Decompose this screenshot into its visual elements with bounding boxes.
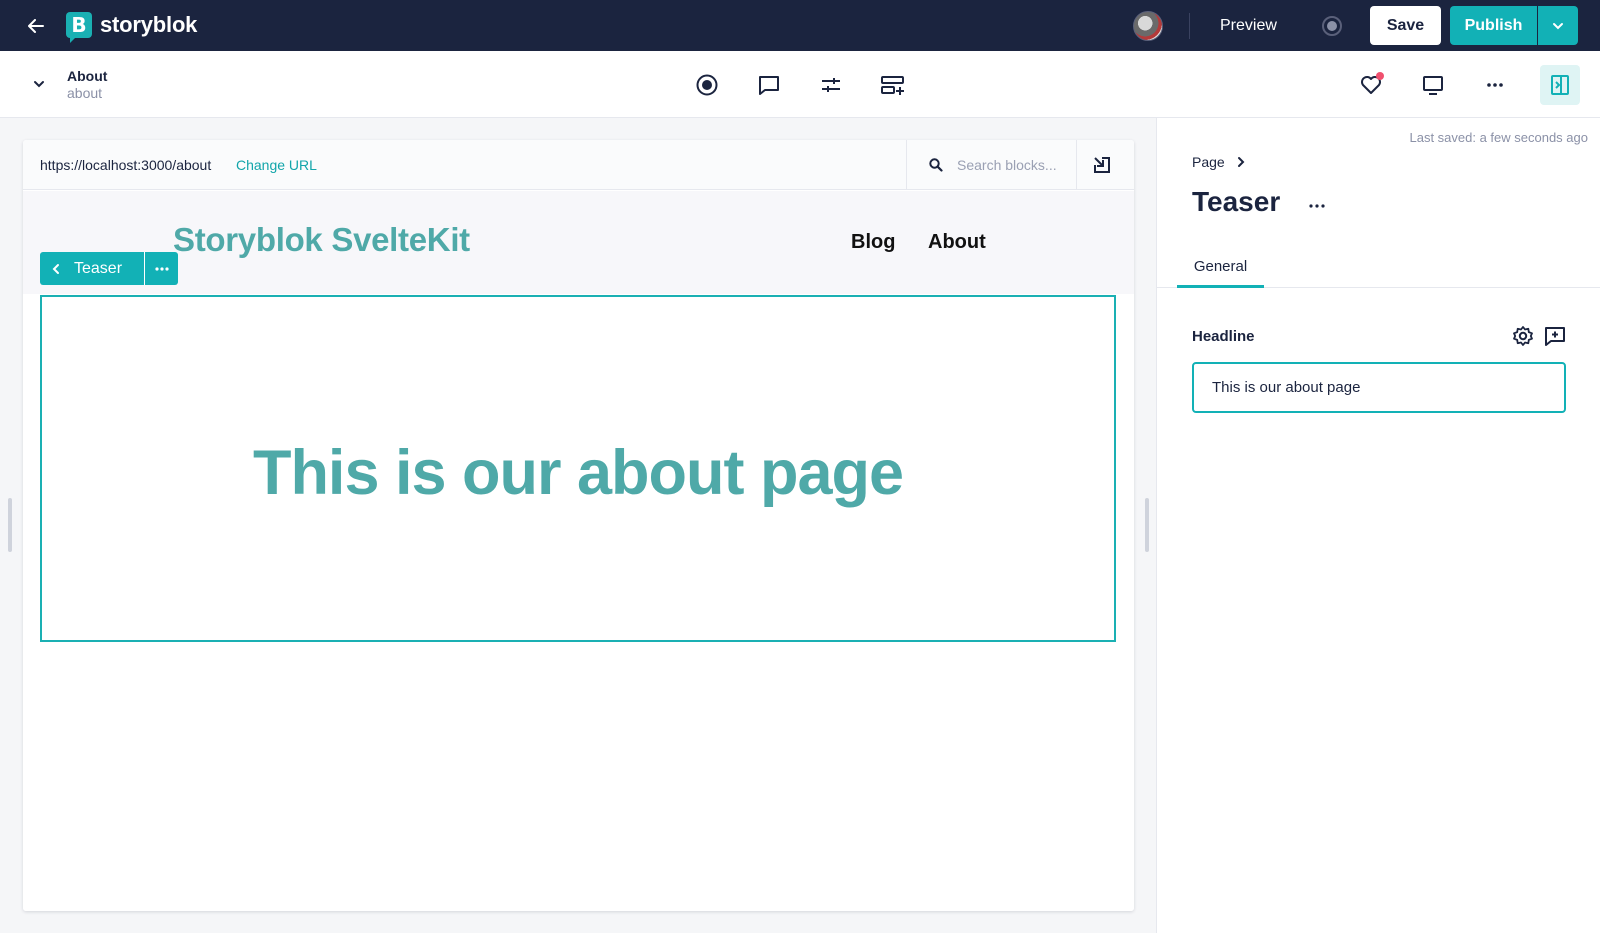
- last-saved-status: Last saved: a few seconds ago: [1409, 130, 1588, 145]
- save-button[interactable]: Save: [1370, 6, 1441, 45]
- block-select-parent-button[interactable]: Teaser: [40, 252, 145, 285]
- headline-field-label: Headline: [1192, 328, 1255, 345]
- sliders-icon[interactable]: [817, 71, 845, 99]
- chevron-left-icon: [52, 263, 59, 274]
- gear-icon[interactable]: [1510, 323, 1536, 349]
- publish-button[interactable]: Publish: [1450, 6, 1537, 45]
- breadcrumb-page: Page: [1192, 154, 1225, 170]
- add-block-icon[interactable]: [879, 71, 907, 99]
- search-blocks-input[interactable]: [957, 157, 1062, 173]
- chevron-down-icon[interactable]: [28, 73, 50, 95]
- teaser-headline[interactable]: This is our about page: [42, 437, 1114, 509]
- block-label: Teaser: [74, 259, 123, 277]
- breadcrumb[interactable]: Page: [1192, 154, 1245, 170]
- preview-url: https://localhost:3000/about: [40, 157, 212, 173]
- panel-tabs: General: [1157, 248, 1600, 288]
- notification-badge: [1376, 72, 1384, 80]
- top-navigation-bar: B storyblok Preview Save Publish: [0, 0, 1600, 51]
- more-options-icon[interactable]: [1305, 194, 1329, 218]
- search-blocks-box[interactable]: [906, 140, 1077, 190]
- right-resize-handle[interactable]: [1145, 498, 1149, 552]
- site-title[interactable]: Storyblok SvelteKit: [173, 221, 470, 259]
- nav-link-about[interactable]: About: [928, 231, 986, 254]
- search-icon: [929, 158, 943, 172]
- story-slug: about: [67, 85, 103, 101]
- desktop-view-icon[interactable]: [1419, 71, 1447, 99]
- visual-preview: https://localhost:3000/about Change URL …: [23, 140, 1134, 911]
- nav-link-blog[interactable]: Blog: [851, 231, 895, 254]
- preview-url-bar: https://localhost:3000/about Change URL: [23, 140, 1134, 190]
- preview-button[interactable]: Preview: [1208, 9, 1289, 42]
- story-name: About: [67, 68, 108, 84]
- site-preview: Storyblok SvelteKit Blog About Teaser Th…: [23, 191, 1134, 911]
- block-editor-panel: Last saved: a few seconds ago Page Tease…: [1156, 118, 1600, 933]
- heart-icon[interactable]: [1357, 71, 1385, 99]
- block-more-icon[interactable]: [144, 252, 179, 285]
- headline-input[interactable]: [1192, 362, 1566, 413]
- chevron-right-icon: [1237, 157, 1245, 167]
- topbar-divider: [1189, 13, 1190, 39]
- change-url-link[interactable]: Change URL: [236, 157, 317, 173]
- user-avatar[interactable]: [1133, 11, 1163, 41]
- panel-title: Teaser: [1192, 186, 1281, 217]
- toggle-side-panel-icon[interactable]: [1540, 65, 1580, 105]
- storyblok-logo-text: storyblok: [100, 12, 198, 37]
- left-resize-handle[interactable]: [8, 498, 12, 552]
- back-arrow-icon[interactable]: [22, 12, 50, 40]
- more-options-icon[interactable]: [1481, 71, 1509, 99]
- chevron-down-icon: [1553, 22, 1563, 29]
- storyblok-logo-icon: B: [66, 12, 92, 43]
- story-toolbar: About about: [0, 51, 1600, 118]
- storyblok-logo[interactable]: B storyblok: [66, 12, 198, 43]
- comment-icon[interactable]: [755, 71, 783, 99]
- tab-general[interactable]: General: [1177, 248, 1264, 288]
- teaser-block[interactable]: This is our about page: [40, 295, 1116, 642]
- target-icon[interactable]: [693, 71, 721, 99]
- site-header: Storyblok SvelteKit Blog About: [23, 191, 1134, 294]
- block-toolbar: Teaser: [40, 252, 179, 285]
- status-indicator-icon[interactable]: [1322, 16, 1342, 36]
- add-comment-icon[interactable]: [1542, 323, 1568, 349]
- minimize-arrow-icon[interactable]: [1090, 153, 1114, 177]
- publish-dropdown-button[interactable]: [1538, 6, 1578, 45]
